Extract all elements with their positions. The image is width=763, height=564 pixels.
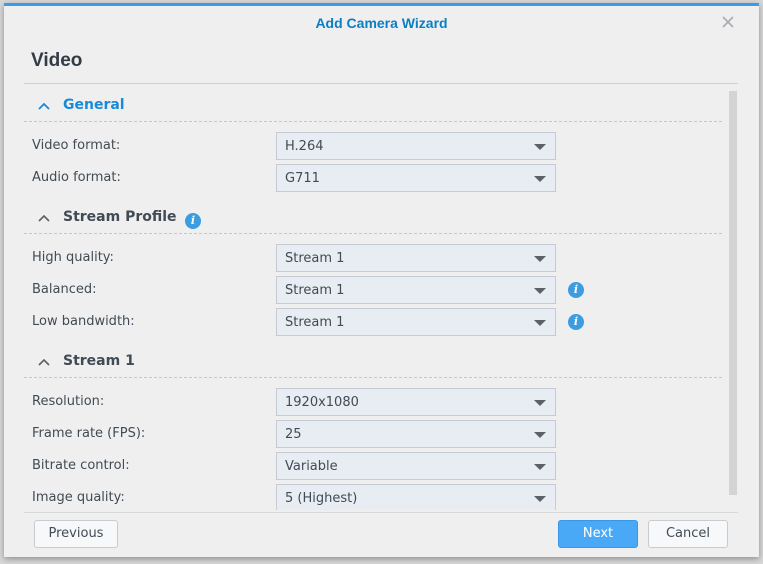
balanced-value: Stream 1 [285, 283, 345, 298]
dropdown-arrow-icon [534, 400, 546, 406]
section-title-stream-profile: Stream Profile [63, 209, 177, 225]
previous-button[interactable]: Previous [34, 520, 118, 548]
high-quality-select[interactable]: Stream 1 [276, 244, 556, 272]
image-quality-select[interactable]: 5 (Highest) [276, 484, 556, 510]
image-quality-label: Image quality: [32, 490, 125, 505]
dropdown-arrow-icon [534, 288, 546, 294]
video-format-value: H.264 [285, 139, 324, 154]
dropdown-arrow-icon [534, 496, 546, 502]
high-quality-label: High quality: [32, 250, 114, 265]
low-bandwidth-value: Stream 1 [285, 315, 345, 330]
section-stream-profile-header[interactable]: Stream Profile i [24, 204, 722, 234]
frame-rate-select[interactable]: 25 [276, 420, 556, 448]
frame-rate-label: Frame rate (FPS): [32, 426, 146, 441]
dropdown-arrow-icon [534, 432, 546, 438]
bitrate-control-value: Variable [285, 459, 338, 474]
video-format-select[interactable]: H.264 [276, 132, 556, 160]
low-bandwidth-info-icon[interactable]: i [568, 314, 584, 330]
balanced-select[interactable]: Stream 1 [276, 276, 556, 304]
video-format-label: Video format: [32, 138, 121, 153]
section-title-stream1: Stream 1 [63, 353, 135, 369]
chevron-up-icon[interactable] [37, 213, 51, 223]
balanced-label: Balanced: [32, 282, 97, 297]
audio-format-select[interactable]: G711 [276, 164, 556, 192]
cancel-button[interactable]: Cancel [648, 520, 728, 548]
footer-divider [24, 512, 738, 513]
form-content: General Video format: H.264 Audio format… [24, 90, 724, 510]
heading-divider [24, 83, 738, 84]
frame-rate-value: 25 [285, 427, 302, 442]
bitrate-control-label: Bitrate control: [32, 458, 130, 473]
audio-format-value: G711 [285, 171, 320, 186]
dialog-titlebar: Add Camera Wizard [4, 6, 759, 40]
section-title-general: General [63, 97, 125, 113]
content-scrollbar[interactable] [729, 91, 737, 495]
section-stream1-header[interactable]: Stream 1 [24, 348, 722, 378]
page-heading: Video [31, 50, 83, 71]
chevron-up-icon[interactable] [37, 357, 51, 367]
image-quality-value: 5 (Highest) [285, 491, 358, 506]
bitrate-control-select[interactable]: Variable [276, 452, 556, 480]
dropdown-arrow-icon [534, 320, 546, 326]
close-icon [722, 16, 734, 28]
resolution-label: Resolution: [32, 394, 105, 409]
next-button[interactable]: Next [558, 520, 638, 548]
low-bandwidth-select[interactable]: Stream 1 [276, 308, 556, 336]
info-icon[interactable]: i [185, 213, 201, 229]
low-bandwidth-label: Low bandwidth: [32, 314, 135, 329]
resolution-select[interactable]: 1920x1080 [276, 388, 556, 416]
close-button[interactable] [721, 15, 735, 29]
dialog-title: Add Camera Wizard [315, 15, 448, 31]
resolution-value: 1920x1080 [285, 395, 359, 410]
dropdown-arrow-icon [534, 256, 546, 262]
high-quality-value: Stream 1 [285, 251, 345, 266]
audio-format-label: Audio format: [32, 170, 121, 185]
dropdown-arrow-icon [534, 144, 546, 150]
chevron-up-icon[interactable] [37, 101, 51, 111]
dropdown-arrow-icon [534, 176, 546, 182]
balanced-info-icon[interactable]: i [568, 282, 584, 298]
add-camera-wizard-dialog: Add Camera Wizard Video General Video fo… [4, 3, 759, 557]
section-general-header[interactable]: General [24, 92, 722, 122]
dropdown-arrow-icon [534, 464, 546, 470]
